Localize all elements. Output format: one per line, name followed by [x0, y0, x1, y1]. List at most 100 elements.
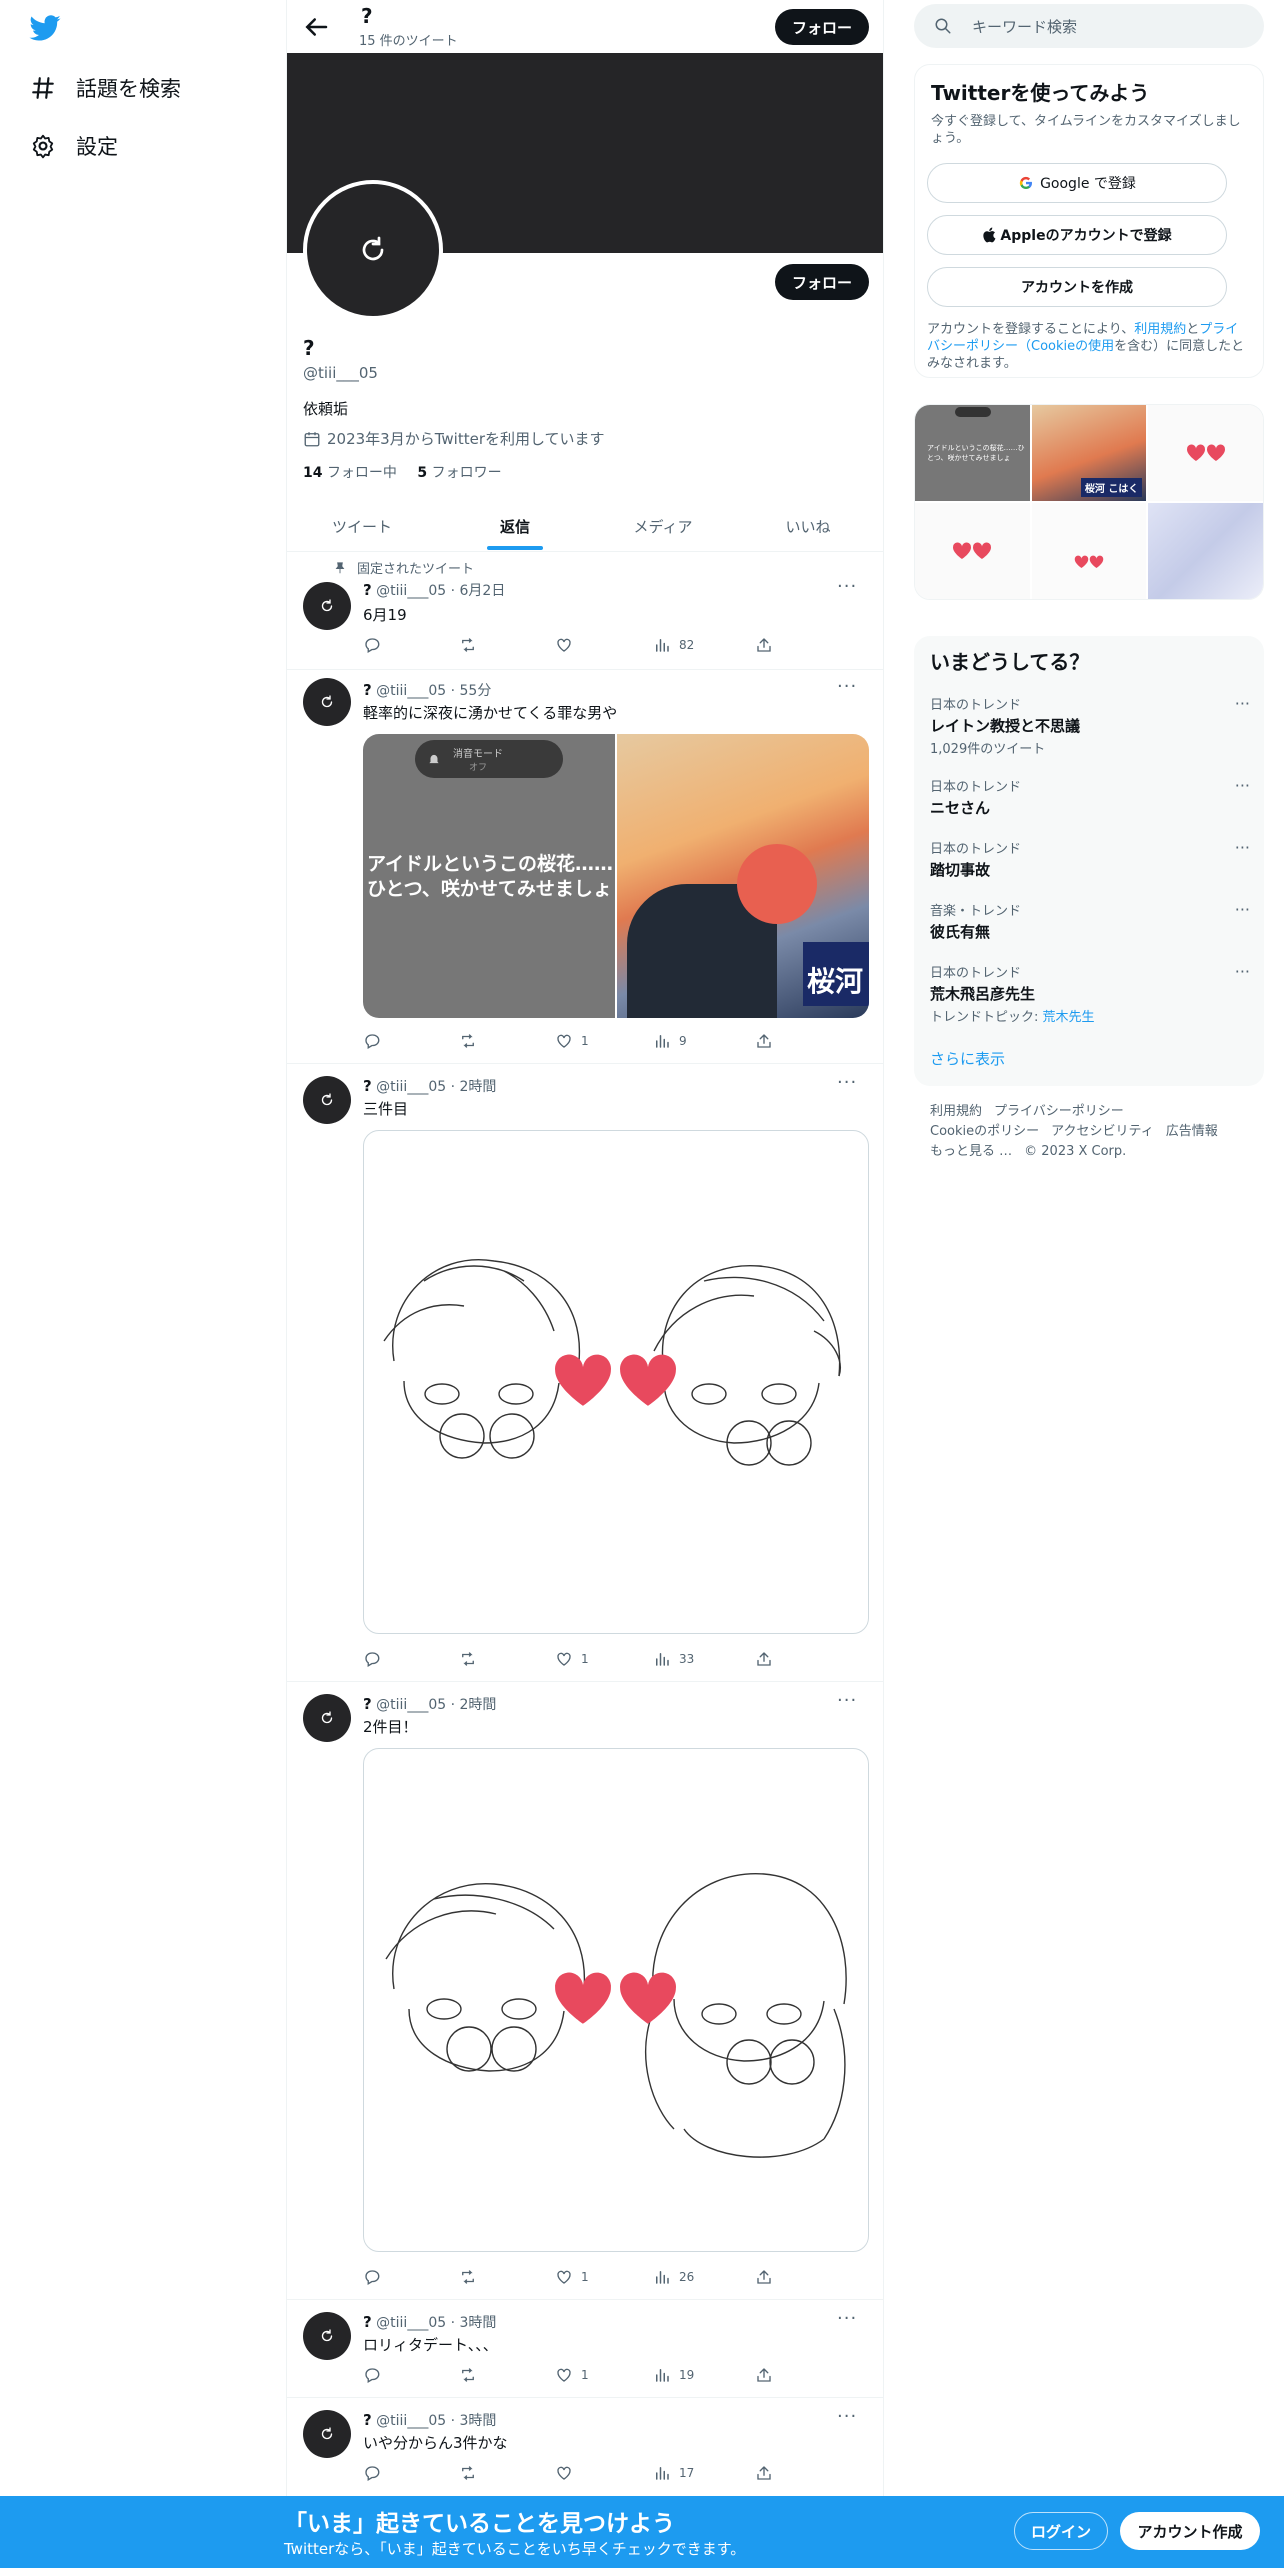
- google-signup-button[interactable]: Google で登録: [927, 163, 1227, 203]
- tab-replies[interactable]: 返信: [437, 500, 593, 552]
- tweet-handle[interactable]: @tiii___05: [376, 583, 446, 599]
- following-link[interactable]: 14 フォロー中: [303, 465, 397, 481]
- reply-button[interactable]: [363, 1030, 389, 1052]
- retweet-button[interactable]: [459, 1030, 485, 1052]
- avatar[interactable]: [303, 1076, 351, 1124]
- nav-settings[interactable]: 設定: [28, 126, 118, 166]
- footer-ads[interactable]: 広告情報: [1166, 1122, 1218, 1142]
- more-options-icon[interactable]: ···: [837, 2406, 857, 2427]
- views-button[interactable]: 19: [653, 2364, 694, 2386]
- media-image-1[interactable]: 消音モード オフ アイドルというこの桜花…… ひとつ、咲かせてみせましょ: [363, 734, 615, 1018]
- avatar[interactable]: [303, 2410, 351, 2458]
- footer-privacy[interactable]: プライバシーポリシー: [994, 1102, 1124, 1122]
- retweet-button[interactable]: [459, 2266, 485, 2288]
- like-button[interactable]: [555, 2462, 581, 2484]
- tweet-item[interactable]: ? @tiii___05 · 55分 ··· 軽率的に深夜に湧かせてくる罪な男や…: [287, 670, 883, 1064]
- reply-button[interactable]: [363, 2462, 389, 2484]
- reply-button[interactable]: [363, 2364, 389, 2386]
- create-account-button[interactable]: アカウントを作成: [927, 267, 1227, 307]
- tweet-media[interactable]: [363, 1130, 869, 1634]
- tweet-handle[interactable]: @tiii___05: [376, 1079, 446, 1095]
- like-button[interactable]: 1: [555, 1648, 589, 1670]
- tweet-time[interactable]: 3時間: [460, 2315, 497, 2331]
- gallery-thumb[interactable]: [1148, 503, 1263, 599]
- tweet-handle[interactable]: @tiii___05: [376, 683, 446, 699]
- like-button[interactable]: [555, 634, 581, 656]
- tweet-media[interactable]: [363, 1748, 869, 2252]
- gallery-thumb[interactable]: [915, 503, 1030, 599]
- tweet-handle[interactable]: @tiii___05: [376, 1697, 446, 1713]
- more-options-icon[interactable]: ···: [1235, 838, 1250, 857]
- views-button[interactable]: 82: [653, 634, 694, 656]
- share-button[interactable]: [755, 2266, 781, 2288]
- search-input[interactable]: キーワード検索: [914, 4, 1264, 48]
- views-button[interactable]: 26: [653, 2266, 694, 2288]
- apple-signup-button[interactable]: Appleのアカウントで登録: [927, 215, 1227, 255]
- retweet-button[interactable]: [459, 1648, 485, 1670]
- tab-tweets[interactable]: ツイート: [287, 500, 437, 552]
- retweet-button[interactable]: [459, 2462, 485, 2484]
- reply-button[interactable]: [363, 634, 389, 656]
- more-options-icon[interactable]: ···: [837, 676, 857, 697]
- retweet-button[interactable]: [459, 634, 485, 656]
- reply-button[interactable]: [363, 1648, 389, 1670]
- profile-follow-button[interactable]: フォロー: [775, 264, 869, 300]
- trend-topic-link[interactable]: 荒木先生: [1043, 1010, 1095, 1025]
- views-button[interactable]: 33: [653, 1648, 694, 1670]
- login-button[interactable]: ログイン: [1014, 2512, 1108, 2550]
- tweet-time[interactable]: 6月2日: [460, 583, 506, 599]
- reply-button[interactable]: [363, 2266, 389, 2288]
- header-follow-button[interactable]: フォロー: [775, 9, 869, 45]
- like-button[interactable]: 1: [555, 2364, 589, 2386]
- share-button[interactable]: [755, 1030, 781, 1052]
- tweet-item[interactable]: ? @tiii___05 · 2時間 ··· 2件目！ 1 26: [287, 1682, 883, 2300]
- footer-cookie[interactable]: Cookieのポリシー: [930, 1122, 1039, 1142]
- twitter-logo-icon[interactable]: [28, 14, 62, 44]
- show-more-link[interactable]: さらに表示: [930, 1048, 1005, 1069]
- avatar[interactable]: [303, 1694, 351, 1742]
- tweet-handle[interactable]: @tiii___05: [376, 2315, 446, 2331]
- tweet-handle[interactable]: @tiii___05: [376, 2413, 446, 2429]
- gallery-thumb[interactable]: [1148, 405, 1263, 501]
- avatar[interactable]: [303, 2312, 351, 2360]
- tweet-time[interactable]: 3時間: [460, 2413, 497, 2429]
- footer-accessibility[interactable]: アクセシビリティ: [1051, 1122, 1154, 1142]
- tweet-time[interactable]: 55分: [460, 683, 492, 699]
- signup-button[interactable]: アカウント作成: [1120, 2512, 1260, 2550]
- cookie-link[interactable]: （Cookieの使用: [1018, 339, 1114, 354]
- back-arrow-icon[interactable]: [301, 12, 331, 42]
- share-button[interactable]: [755, 2364, 781, 2386]
- media-image-2[interactable]: 桜河: [617, 734, 869, 1018]
- more-options-icon[interactable]: ···: [1235, 962, 1250, 981]
- tweet-item[interactable]: 固定されたツイート ? @tiii___05 · 6月2日 ··· 6月19 8…: [287, 554, 883, 670]
- views-button[interactable]: 9: [653, 1030, 687, 1052]
- more-options-icon[interactable]: ···: [1235, 694, 1250, 713]
- trend-item[interactable]: 音楽・トレンド 彼氏有無 ···: [930, 900, 1250, 942]
- more-options-icon[interactable]: ···: [1235, 900, 1250, 919]
- followers-link[interactable]: 5 フォロワー: [417, 465, 501, 481]
- more-options-icon[interactable]: ···: [837, 2308, 857, 2329]
- tab-media[interactable]: メディア: [593, 500, 733, 552]
- trend-item[interactable]: 日本のトレンド ニセさん ···: [930, 776, 1250, 818]
- more-options-icon[interactable]: ···: [1235, 776, 1250, 795]
- trend-item[interactable]: 日本のトレンド レイトン教授と不思議 1,029件のツイート ···: [930, 694, 1250, 757]
- views-button[interactable]: 17: [653, 2462, 694, 2484]
- gallery-thumb[interactable]: 桜河 こはく: [1031, 405, 1147, 501]
- share-button[interactable]: [755, 634, 781, 656]
- more-options-icon[interactable]: ···: [837, 1690, 857, 1711]
- avatar[interactable]: [303, 678, 351, 726]
- share-button[interactable]: [755, 1648, 781, 1670]
- gallery-thumb[interactable]: [1031, 503, 1147, 599]
- trend-item[interactable]: 日本のトレンド 踏切事故 ···: [930, 838, 1250, 880]
- tweet-time[interactable]: 2時間: [460, 1697, 497, 1713]
- tweet-item[interactable]: ? @tiii___05 · 2時間 ··· 三件目 1 33: [287, 1064, 883, 1682]
- tweet-media[interactable]: 消音モード オフ アイドルというこの桜花…… ひとつ、咲かせてみせましょ 桜河: [363, 734, 869, 1018]
- share-button[interactable]: [755, 2462, 781, 2484]
- more-options-icon[interactable]: ···: [837, 576, 857, 597]
- trend-item[interactable]: 日本のトレンド 荒木飛呂彦先生 トレンドトピック: 荒木先生 ···: [930, 962, 1250, 1025]
- nav-explore[interactable]: 話題を検索: [28, 68, 181, 108]
- more-options-icon[interactable]: ···: [837, 1072, 857, 1093]
- footer-more[interactable]: もっと見る …: [930, 1142, 1012, 1162]
- like-button[interactable]: 1: [555, 2266, 589, 2288]
- retweet-button[interactable]: [459, 2364, 485, 2386]
